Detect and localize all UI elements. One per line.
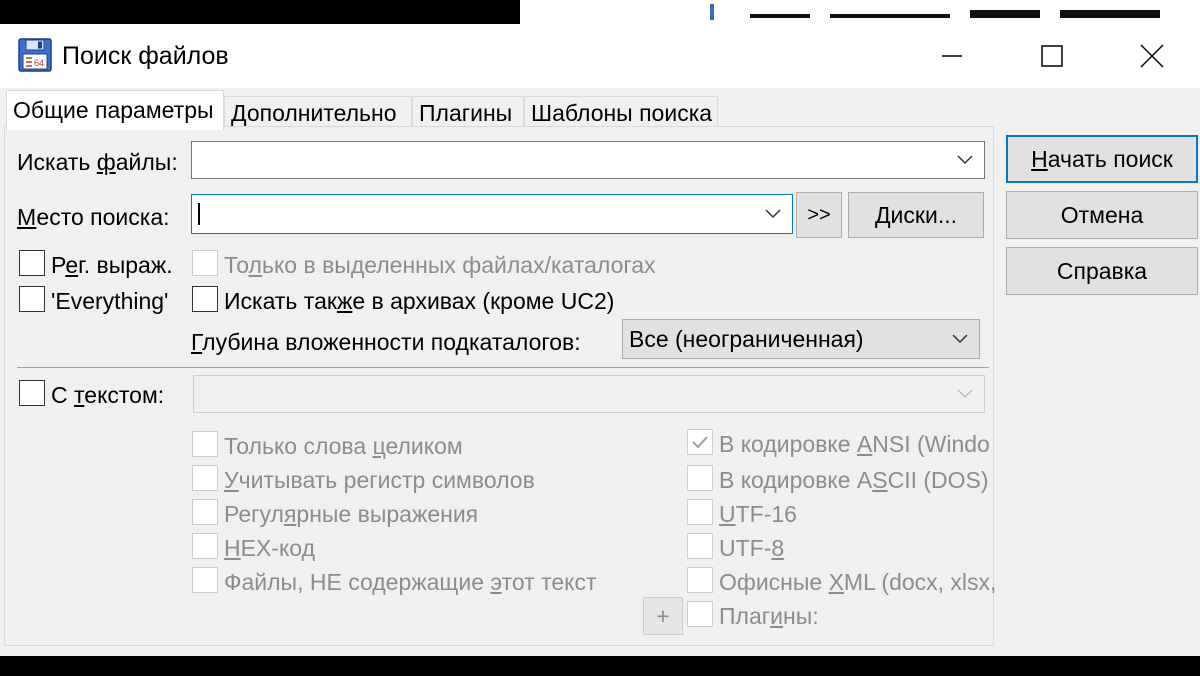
- selected-only-checkbox[interactable]: [192, 250, 218, 276]
- search-archives-checkbox[interactable]: [192, 286, 218, 312]
- title-bar[interactable]: 64 Поиск файлов: [0, 24, 1200, 88]
- tab-search-templates[interactable]: Шаблоны поиска: [524, 96, 718, 128]
- with-text-checkbox[interactable]: [19, 380, 45, 406]
- separator: [17, 367, 989, 368]
- minimize-icon: [942, 55, 962, 57]
- tab-advanced[interactable]: Дополнительно: [224, 96, 412, 128]
- chevron-down-icon: [952, 334, 968, 344]
- window-title: Поиск файлов: [62, 42, 229, 70]
- background-mark: [1060, 10, 1160, 18]
- case-sensitive-label: Учитывать регистр символов: [224, 467, 535, 493]
- whole-words-label: Только слова целиком: [224, 433, 463, 459]
- search-files-label: Искать файлы:: [17, 149, 178, 175]
- background-mark: [750, 14, 810, 18]
- office-xml-checkbox[interactable]: [687, 567, 713, 593]
- ansi-checkbox[interactable]: [687, 429, 713, 455]
- office-xml-label: Офисные XML (docx, xlsx,: [719, 569, 997, 595]
- hex-code-label: НEX-код: [224, 535, 315, 561]
- depth-label: Глубина вложенности подкаталогов:: [191, 329, 581, 355]
- checkmark-icon: [692, 436, 708, 449]
- plus-button[interactable]: +: [643, 597, 683, 635]
- close-button[interactable]: [1102, 24, 1200, 88]
- plugins-label: Плагины:: [719, 603, 819, 629]
- background-mark: [830, 14, 950, 18]
- hex-code-checkbox[interactable]: [192, 533, 218, 559]
- maximize-button[interactable]: [1002, 24, 1102, 88]
- with-text-label: С текстом:: [51, 382, 165, 408]
- not-containing-checkbox[interactable]: [192, 567, 218, 593]
- utf16-label: UTF-16: [719, 501, 797, 527]
- not-containing-label: Файлы, НЕ содержащие этот текст: [224, 569, 597, 595]
- everything-checkbox[interactable]: [19, 286, 45, 312]
- whole-words-checkbox[interactable]: [192, 431, 218, 457]
- chevron-down-icon: [765, 209, 781, 219]
- general-tab-panel: Искать файлы: Место поиска: >> Диски... …: [4, 126, 997, 646]
- background-app-strip: [0, 0, 1200, 24]
- background-app-window: [520, 0, 1200, 24]
- background-mark: [710, 4, 714, 20]
- floppy-disk-icon: 64: [18, 38, 52, 72]
- search-location-label: Место поиска:: [17, 204, 170, 230]
- ascii-label: В кодировке ASCII (DOS): [719, 467, 989, 493]
- regex-checkbox[interactable]: [19, 250, 45, 276]
- utf8-label: UTF-8: [719, 535, 785, 561]
- depth-value: Все (неограниченная): [629, 325, 864, 352]
- regex-text-label: Регулярные выражения: [224, 501, 479, 527]
- chevron-down-icon: [957, 389, 973, 399]
- background-mark: [970, 10, 1040, 18]
- case-sensitive-checkbox[interactable]: [192, 465, 218, 491]
- utf16-checkbox[interactable]: [687, 499, 713, 525]
- chevron-down-icon: [957, 155, 973, 165]
- depth-dropdown[interactable]: Все (неограниченная): [622, 319, 980, 359]
- minimize-button[interactable]: [902, 24, 1002, 88]
- tab-plugins[interactable]: Плагины: [412, 96, 524, 128]
- search-text-combobox[interactable]: [193, 375, 985, 413]
- tab-strip: Общие параметры Дополнительно Плагины Ша…: [0, 88, 1000, 130]
- find-files-dialog: 64 Поиск файлов Общие параметры Дополнит…: [0, 24, 1200, 656]
- regex-text-checkbox[interactable]: [192, 499, 218, 525]
- search-archives-label: Искать также в архивах (кроме UC2): [224, 288, 615, 314]
- help-button[interactable]: Справка: [1006, 247, 1198, 295]
- search-location-combobox[interactable]: [191, 194, 793, 234]
- tab-general[interactable]: Общие параметры: [6, 90, 224, 130]
- utf8-checkbox[interactable]: [687, 533, 713, 559]
- cancel-button[interactable]: Отмена: [1006, 191, 1198, 239]
- plugins-checkbox[interactable]: [687, 601, 713, 627]
- start-search-button[interactable]: Начать поиск: [1006, 135, 1198, 183]
- ansi-label: В кодировке ANSI (Windo: [719, 431, 990, 457]
- text-cursor: [198, 203, 200, 225]
- drives-button[interactable]: Диски...: [848, 192, 984, 238]
- ascii-checkbox[interactable]: [687, 465, 713, 491]
- maximize-icon: [1041, 45, 1063, 67]
- selected-only-label: Только в выделенных файлах/каталогах: [224, 252, 656, 278]
- close-icon: [1140, 44, 1164, 68]
- search-files-combobox[interactable]: [191, 141, 985, 179]
- svg-text:64: 64: [34, 58, 44, 68]
- everything-label: 'Everything': [51, 288, 169, 314]
- bottom-strip: [0, 656, 1200, 676]
- regex-label: Рег. выраж.: [51, 252, 173, 278]
- browse-arrows-button[interactable]: >>: [796, 192, 842, 238]
